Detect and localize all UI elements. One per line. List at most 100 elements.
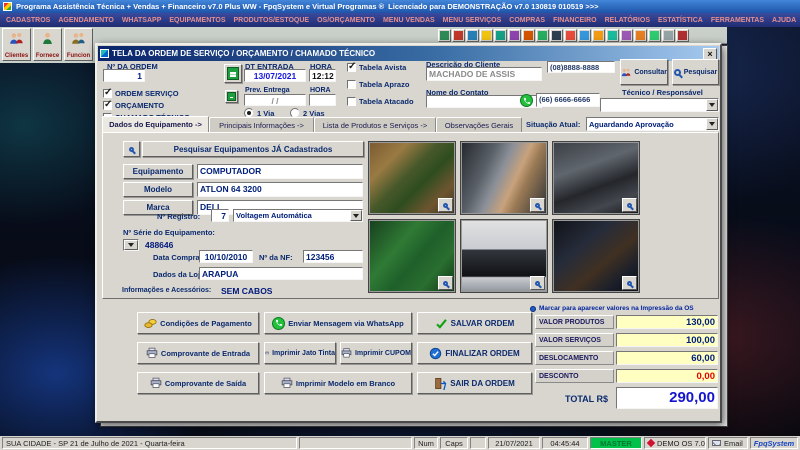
toolbar-mini-icon[interactable] [550, 29, 563, 42]
zoom-photo-icon[interactable] [530, 276, 545, 290]
purchase-date-field[interactable]: 10/10/2010 [199, 250, 253, 263]
due-date-field[interactable]: / / [244, 94, 306, 106]
toolbar-mini-icon[interactable] [438, 29, 451, 42]
registry-number-field[interactable]: 7 [211, 209, 229, 222]
modelo-button[interactable]: Modelo [123, 182, 193, 197]
calendar-icon[interactable] [224, 64, 242, 83]
toolbar-mini-icon[interactable] [606, 29, 619, 42]
zoom-photo-icon[interactable] [530, 198, 545, 212]
checkbox-tabela-aprazo[interactable]: Tabela Aprazo [347, 80, 409, 89]
chevron-down-icon[interactable] [124, 240, 138, 250]
menu-cadastros[interactable]: CADASTROS [2, 17, 54, 24]
current-status-select[interactable]: Aguardando Aprovação [586, 117, 719, 131]
finalize-order-button[interactable]: FINALIZAR ORDEM [417, 342, 532, 364]
status-email[interactable]: Email [708, 437, 748, 449]
serial-combo[interactable] [123, 239, 139, 251]
menu-servicos[interactable]: MENU SERVIÇOS [439, 17, 506, 24]
tab-lista-produtos-servicos[interactable]: Lista de Produtos e Serviços -> [314, 117, 436, 132]
send-whatsapp-button[interactable]: Enviar Mensagem via WhatsApp [264, 312, 412, 334]
zoom-photo-icon[interactable] [622, 276, 637, 290]
toolbar-mini-icon[interactable] [676, 29, 689, 42]
equipamento-field[interactable]: COMPUTADOR [197, 164, 363, 179]
modelo-field[interactable]: ATLON 64 3200 [197, 182, 363, 197]
toolbar-mini-icon[interactable] [480, 29, 493, 42]
invoice-number-field[interactable]: 123456 [303, 250, 363, 263]
checkbox-tabela-avista[interactable]: Tabela Avista [347, 61, 406, 72]
show-values-on-print-option[interactable]: Marcar para aparecer valores na Impressã… [530, 305, 694, 312]
menu-vendas[interactable]: MENU VENDAS [379, 17, 439, 24]
client-phone1-field[interactable]: (08)8888-8888 [547, 61, 615, 73]
store-field[interactable]: ARAPUA [199, 267, 363, 280]
equipment-photo-6[interactable] [552, 219, 640, 293]
menu-ajuda[interactable]: AJUDA [768, 17, 800, 24]
entry-receipt-button[interactable]: Comprovante de Entrada [137, 342, 259, 364]
toolbar-mini-icon[interactable] [522, 29, 535, 42]
search-equipment-icon-button[interactable] [123, 141, 140, 157]
entry-date-field[interactable]: 13/07/2021 [244, 69, 306, 82]
equipamento-button[interactable]: Equipamento [123, 164, 193, 179]
toolbar-mini-icon[interactable] [662, 29, 675, 42]
equipment-photo-5[interactable] [460, 219, 548, 293]
valor-servicos-field[interactable]: 100,00 [616, 333, 718, 347]
menu-compras[interactable]: COMPRAS [505, 17, 549, 24]
technician-select[interactable] [600, 98, 719, 112]
toolbar-mini-icon[interactable] [466, 29, 479, 42]
tab-principais-informacoes[interactable]: Principais Informações -> [209, 117, 314, 132]
fornecedores-button[interactable]: Fornece [33, 28, 62, 61]
clientes-button[interactable]: Clientes [2, 28, 31, 61]
equipment-photo-4[interactable] [368, 219, 456, 293]
menu-agendamento[interactable]: AGENDAMENTO [54, 17, 117, 24]
valor-produtos-field[interactable]: 130,00 [616, 315, 718, 329]
menu-produtos-estoque[interactable]: PRODUTOS/ESTOQUE [230, 17, 314, 24]
close-icon[interactable] [703, 47, 717, 60]
menu-ferramentas[interactable]: FERRAMENTAS [707, 17, 768, 24]
exit-receipt-button[interactable]: Comprovante de Saída [137, 372, 259, 394]
checkbox-ordem-servico[interactable]: ORDEM SERVIÇO [103, 87, 179, 98]
print-cupom-button[interactable]: Imprimir CUPOM [340, 342, 412, 364]
menu-whatsapp[interactable]: WHATSAPP [118, 17, 166, 24]
pesquisar-button[interactable]: Pesquisar [672, 59, 719, 85]
menu-estatistica[interactable]: ESTATÍSTICA [654, 17, 707, 24]
toolbar-mini-icon[interactable] [494, 29, 507, 42]
entry-hour-field[interactable]: 12:12 [309, 69, 336, 82]
toolbar-mini-icon[interactable] [648, 29, 661, 42]
calendar-small-icon[interactable] [225, 90, 238, 103]
toolbar-mini-icon[interactable] [634, 29, 647, 42]
toolbar-mini-icon[interactable] [452, 29, 465, 42]
client-phone2-field[interactable]: (66) 6666-6666 [536, 93, 600, 107]
zoom-photo-icon[interactable] [438, 276, 453, 290]
checkbox-tabela-atacado[interactable]: Tabela Atacado [347, 97, 414, 106]
chevron-down-icon[interactable] [706, 99, 718, 111]
voltage-select[interactable]: Voltagem Automática [233, 209, 363, 222]
toolbar-mini-icon[interactable] [592, 29, 605, 42]
consultar-button[interactable]: Consultar [620, 59, 668, 85]
tab-observacoes-gerais[interactable]: Observações Gerais [436, 117, 522, 132]
equipment-photo-2[interactable] [460, 141, 548, 215]
toolbar-mini-icon[interactable] [564, 29, 577, 42]
whatsapp-icon[interactable] [520, 94, 533, 107]
client-description-field[interactable]: MACHADO DE ASSIS [426, 67, 542, 81]
toolbar-mini-icon[interactable] [536, 29, 549, 42]
chevron-down-icon[interactable] [350, 210, 362, 221]
payment-conditions-button[interactable]: Condições de Pagamento [137, 312, 259, 334]
menu-os-orcamento[interactable]: OS/ORÇAMENTO [313, 17, 379, 24]
order-number-field[interactable]: 1 [103, 69, 145, 82]
equipment-photo-1[interactable] [368, 141, 456, 215]
due-hour-field[interactable] [309, 94, 336, 106]
menu-equipamentos[interactable]: EQUIPAMENTOS [165, 17, 229, 24]
search-registered-equipment-button[interactable]: Pesquisar Equipamentos JÁ Cadastrados [142, 141, 364, 157]
chevron-down-icon[interactable] [706, 118, 718, 130]
toolbar-mini-icon[interactable] [508, 29, 521, 42]
tab-dados-equipamento[interactable]: Dados do Equipamento -> [102, 116, 209, 132]
print-inkjet-button[interactable]: Imprimir Jato Tinta [264, 342, 336, 364]
zoom-photo-icon[interactable] [622, 198, 637, 212]
toolbar-mini-icon[interactable] [578, 29, 591, 42]
save-order-button[interactable]: SALVAR ORDEM [417, 312, 532, 334]
funcionarios-button[interactable]: Funcion [64, 28, 93, 61]
checkbox-orcamento[interactable]: ORÇAMENTO [103, 99, 164, 110]
print-blank-template-button[interactable]: Imprimir Modelo em Branco [264, 372, 412, 394]
exit-order-button[interactable]: SAIR DA ORDEM [417, 372, 532, 394]
equipment-photo-3[interactable] [552, 141, 640, 215]
deslocamento-field[interactable]: 60,00 [616, 351, 718, 365]
zoom-photo-icon[interactable] [438, 198, 453, 212]
